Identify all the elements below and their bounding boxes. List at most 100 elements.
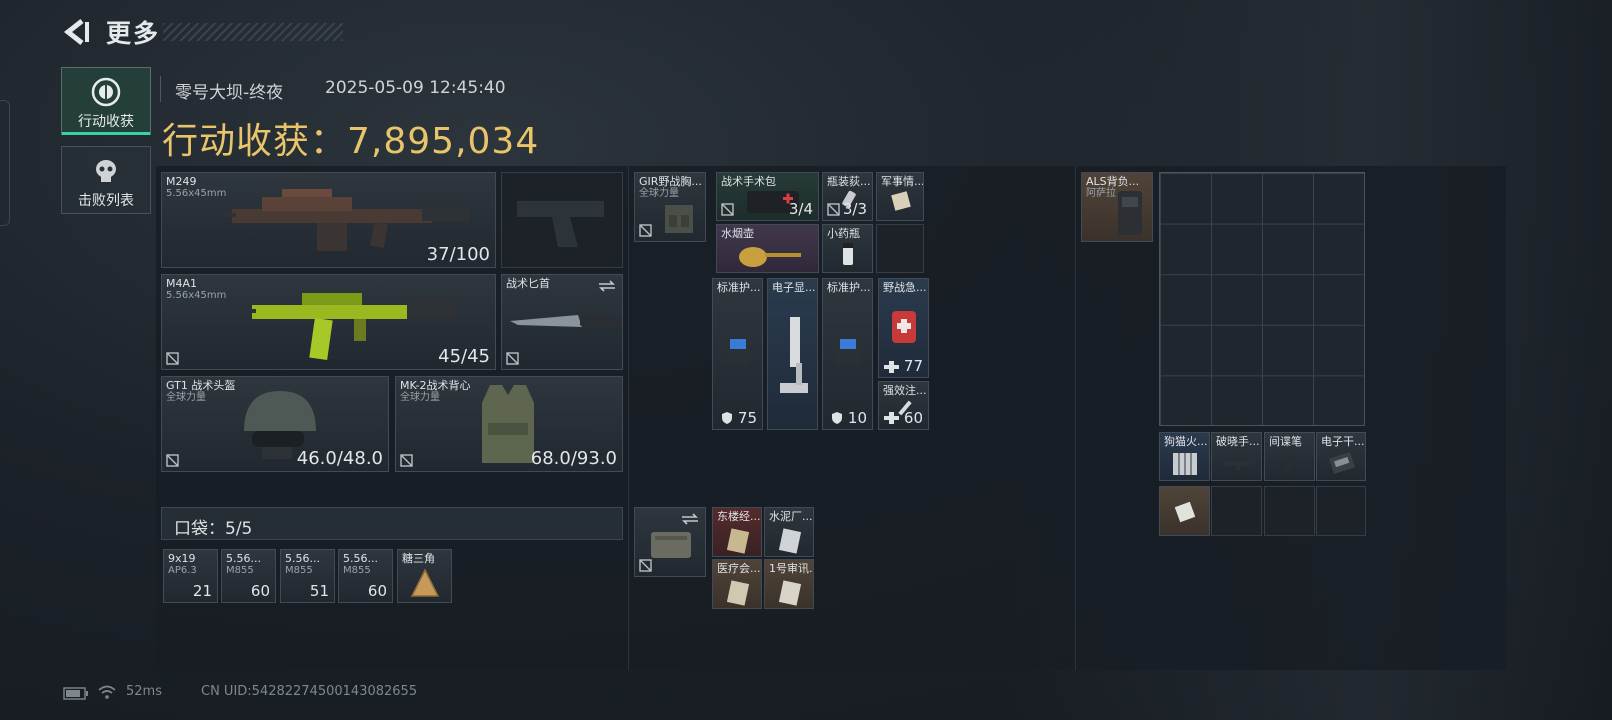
swap-icon (682, 513, 698, 525)
backpack-empty-slot[interactable] (1316, 486, 1366, 536)
secondary-weapon-slot[interactable]: M4A1 5.56x45mm 45/45 (161, 274, 496, 370)
backpack-item[interactable]: 破晓手... (1211, 432, 1262, 481)
shield-icon (832, 412, 842, 424)
drawer-handle[interactable] (0, 100, 10, 226)
item-count: 75 (737, 409, 757, 427)
loot-total: 行动收获：7,895,034 (162, 112, 539, 164)
weapon-name: M4A1 (166, 277, 198, 290)
back-arrow-icon (63, 19, 89, 45)
rig-empty-slot[interactable] (876, 224, 924, 273)
pistol-silhouette-icon (517, 201, 604, 247)
rig-item[interactable]: 小药瓶 (822, 224, 873, 273)
chip-icon (1174, 501, 1196, 523)
no-insure-icon (721, 203, 734, 216)
weapon-caliber: 5.56x45mm (166, 188, 227, 199)
microscope-icon (780, 317, 808, 393)
pocket-item[interactable]: 糖三角 (397, 549, 452, 603)
wifi-icon (98, 685, 116, 699)
ammo-count: 37/100 (426, 244, 490, 265)
pocket-header: 口袋：5/5 (161, 507, 623, 540)
item-name: 瓶装荻... (827, 175, 871, 188)
tab-kill-list[interactable]: 击败列表 (61, 146, 151, 214)
item-sub: AP6.3 (168, 565, 197, 576)
pocket-item[interactable]: 5.56... M855 60 (338, 549, 393, 603)
weapon-name: M249 (166, 175, 197, 188)
item-count: 60 (903, 409, 923, 427)
case-item[interactable]: 东楼经... (712, 507, 762, 557)
no-insure-icon (639, 224, 652, 237)
rig-item[interactable]: 强效注... 60 (878, 381, 929, 430)
melee-slot[interactable]: 战术匕首 (501, 274, 623, 370)
item-sub: M855 (226, 565, 254, 576)
item-name: 5.56... (343, 552, 378, 565)
item-name: 9x19 (168, 552, 196, 565)
tab-loot-result[interactable]: 行动收获 (61, 67, 151, 135)
pill-bottle-icon (843, 243, 853, 265)
user-uid: CN UID:54282274500143082655 (201, 684, 418, 699)
item-name: 电子显... (772, 281, 816, 294)
vest-icon (482, 385, 534, 463)
swap-icon (599, 280, 615, 292)
backpack-empty-slot[interactable] (1264, 486, 1315, 536)
skull-icon (96, 160, 116, 182)
armor-name: MK-2战术背心 (400, 379, 471, 392)
backpack-item[interactable] (1159, 486, 1210, 536)
item-name: 糖三角 (402, 552, 435, 565)
pocket-item[interactable]: 9x19 AP6.3 21 (163, 549, 218, 603)
item-count: 51 (309, 582, 329, 600)
sidearm-slot[interactable] (501, 172, 623, 268)
pocket-label: 口袋：5/5 (174, 519, 253, 539)
case-item[interactable]: 1号审讯... (764, 559, 814, 609)
item-count: 77 (903, 357, 923, 375)
battery-icon (63, 687, 88, 700)
backpack-item[interactable]: 电子干... (1316, 432, 1366, 481)
rig-item[interactable]: 电子显... (767, 278, 818, 430)
back-button[interactable] (60, 18, 92, 46)
backpack-empty-slot[interactable] (1211, 486, 1262, 536)
helmet-name: GT1 战术头盔 (166, 379, 236, 392)
item-name: 标准护... (827, 281, 871, 294)
backpack-item[interactable]: 狗猫火... (1159, 432, 1210, 481)
item-count: 21 (192, 582, 212, 600)
safe-case-slot[interactable] (634, 507, 706, 577)
knife-icon (510, 315, 618, 327)
item-sub: M855 (343, 565, 371, 576)
ping-readout: 52ms (126, 684, 162, 699)
title-decoration (163, 23, 343, 41)
document-icon (891, 191, 911, 211)
item-name: 破晓手... (1216, 435, 1260, 448)
item-count: 60 (367, 582, 387, 600)
rig-item[interactable]: 标准护... 10 (822, 278, 873, 430)
helmet-slot[interactable]: GT1 战术头盔 全球力量 46.0/48.0 (161, 376, 389, 472)
backpack-grid[interactable] (1159, 172, 1365, 426)
rig-item[interactable]: 水烟壶 (716, 224, 819, 273)
item-name: 1号审讯... (769, 562, 813, 575)
item-name: 东楼经... (717, 510, 761, 523)
item-name: 医疗会... (717, 562, 761, 575)
case-item[interactable]: 水泥厂... (764, 507, 814, 557)
rig-item[interactable]: 军事情... (876, 172, 924, 221)
backpack-item[interactable]: 间谍笔 (1264, 432, 1315, 481)
rig-item[interactable]: 战术手术包 3/4 (716, 172, 819, 221)
rig-source: 全球力量 (639, 188, 679, 199)
rig-item[interactable]: 野战急... 77 (878, 278, 929, 378)
hookah-icon (739, 247, 801, 267)
keycard-icon (778, 528, 802, 554)
armor-slot[interactable]: MK-2战术背心 全球力量 68.0/93.0 (395, 376, 623, 472)
triangle-snack-icon (410, 568, 440, 597)
tab-label: 行动收获 (78, 114, 134, 130)
case-item[interactable]: 医疗会... (712, 559, 762, 609)
pocket-item[interactable]: 5.56... M855 51 (280, 549, 335, 603)
pocket-item[interactable]: 5.56... M855 60 (221, 549, 276, 603)
keycard-icon (778, 580, 802, 606)
rig-item[interactable]: 标准护... 75 (712, 278, 763, 430)
rig-item[interactable]: 瓶装荻... 3/3 (822, 172, 873, 221)
armor-plate-icon (726, 335, 750, 365)
backpack-slot[interactable]: ALS背负... 阿萨拉 (1081, 172, 1153, 242)
primary-weapon-slot[interactable]: M249 5.56x45mm 37/100 (161, 172, 496, 268)
divider (160, 76, 161, 102)
item-count: 3/4 (788, 200, 813, 218)
chest-rig-slot[interactable]: GIR野战胸... 全球力量 (634, 172, 706, 242)
durability: 68.0/93.0 (530, 448, 617, 469)
item-name: 标准护... (717, 281, 761, 294)
